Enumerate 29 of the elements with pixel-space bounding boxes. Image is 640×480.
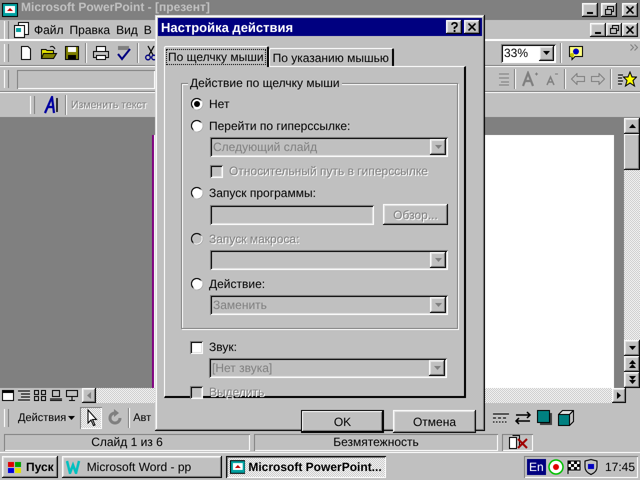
language-indicator[interactable]: En bbox=[527, 458, 546, 474]
checkbox-label: Звук: bbox=[209, 340, 237, 354]
dialog-button[interactable]: Отмена bbox=[393, 410, 476, 433]
tab[interactable]: По указанию мышью bbox=[268, 48, 394, 66]
menu-item[interactable]: Правка bbox=[66, 22, 114, 36]
slide-counter: Слайд 1 из 6 bbox=[4, 434, 250, 450]
dialog-title: Настройка действия bbox=[161, 20, 294, 34]
option-label: Запуск макроса: bbox=[209, 232, 300, 246]
group-title: Действие по щелчку мыши bbox=[188, 76, 342, 90]
menu-item[interactable]: В bbox=[140, 22, 155, 36]
option-label: Перейти по гиперссылке: bbox=[209, 119, 350, 133]
zoom-dropdown[interactable]: 33% bbox=[501, 44, 556, 62]
option-label: Нет bbox=[209, 97, 230, 111]
option-label: Запуск программы: bbox=[209, 186, 316, 200]
clock: 17:45 bbox=[604, 460, 635, 474]
start-button[interactable]: Пуск bbox=[2, 456, 58, 478]
checkbox-label: Выделить bbox=[209, 385, 264, 399]
window-title: Microsoft PowerPoint - [презент] bbox=[21, 1, 210, 14]
checkbox-label: Относительный путь в гиперссылке bbox=[229, 164, 428, 178]
design-name: Безмятежность bbox=[254, 434, 498, 450]
taskbar-button[interactable]: Microsoft Word - pp bbox=[62, 456, 222, 478]
dialog-button[interactable]: OK bbox=[301, 410, 384, 433]
menu-item[interactable]: Вид bbox=[113, 22, 141, 36]
option-label: Действие: bbox=[209, 277, 266, 291]
taskbar-button[interactable]: Microsoft PowerPoint... bbox=[226, 456, 386, 478]
tab[interactable]: По щелчку мыши bbox=[164, 46, 269, 67]
autoshapes-menu[interactable]: Авт bbox=[133, 412, 152, 424]
actions-menu-button[interactable]: Действия bbox=[16, 412, 78, 424]
menu-item[interactable]: Файл bbox=[31, 22, 67, 36]
